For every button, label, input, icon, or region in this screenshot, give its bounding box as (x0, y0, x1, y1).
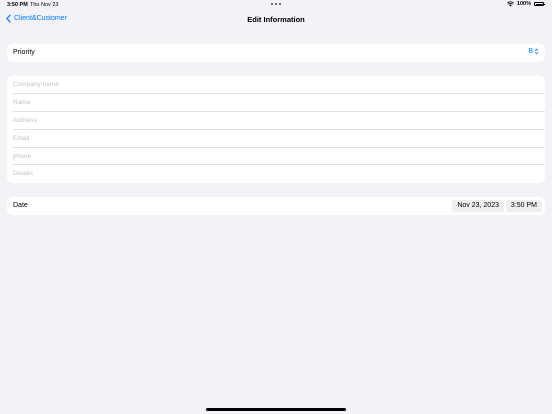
back-button[interactable]: Client&Customer (6, 14, 67, 23)
phone-row (7, 147, 545, 165)
priority-label: Priority (13, 49, 35, 56)
date-row: Date Nov 23, 2023 3:50 PM (7, 197, 545, 215)
battery-percent: 100% (516, 1, 531, 7)
status-bar: 3:50 PM Thu Nov 23 100% (0, 0, 552, 10)
battery-icon (534, 2, 545, 6)
details-row (7, 164, 545, 183)
chevron-up-down-icon (534, 48, 539, 55)
priority-row: Priority B (7, 44, 545, 62)
status-right: 100% (506, 1, 545, 7)
name-row (7, 93, 545, 112)
priority-value: B (528, 48, 533, 55)
phone-input[interactable] (13, 147, 539, 165)
name-input[interactable] (13, 93, 539, 112)
multitasking-dots-icon[interactable] (271, 3, 281, 5)
date-label: Date (13, 202, 28, 209)
back-button-label: Client&Customer (14, 15, 67, 22)
company-name-row (7, 76, 545, 94)
email-input[interactable] (13, 129, 539, 148)
priority-picker[interactable]: B (528, 48, 539, 55)
navigation-bar: Client&Customer Edit Information (0, 12, 552, 28)
address-row (7, 111, 545, 130)
email-row (7, 129, 545, 148)
details-input[interactable] (13, 164, 539, 183)
wifi-icon (506, 1, 514, 7)
status-time: 3:50 PM (7, 2, 28, 8)
page-title: Edit Information (247, 15, 305, 24)
time-picker-button[interactable]: 3:50 PM (505, 200, 542, 212)
home-indicator[interactable] (206, 408, 346, 411)
chevron-left-icon (6, 14, 11, 23)
date-picker-button[interactable]: Nov 23, 2023 (452, 200, 504, 212)
company-name-input[interactable] (13, 76, 539, 94)
address-input[interactable] (13, 111, 539, 130)
information-form (7, 76, 545, 183)
status-date: Thu Nov 23 (30, 2, 59, 8)
